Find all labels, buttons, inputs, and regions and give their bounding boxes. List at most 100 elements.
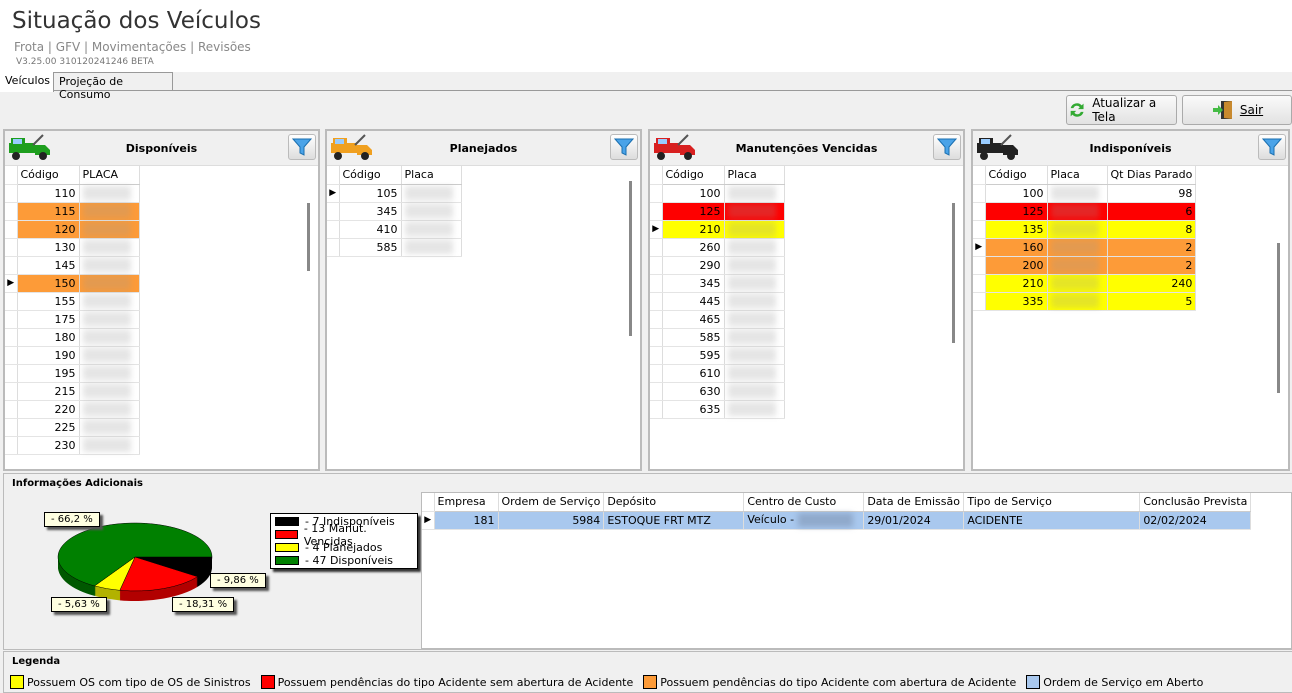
codigo-cell[interactable]: 160 xyxy=(985,238,1048,257)
table-row[interactable]: 445 xyxy=(650,292,785,311)
column-header[interactable]: Placa xyxy=(401,166,462,185)
column-header[interactable]: PLACA xyxy=(79,166,140,185)
column-header[interactable]: Código xyxy=(17,166,80,185)
dias-parado-cell[interactable]: 98 xyxy=(1107,184,1197,203)
placa-cell[interactable] xyxy=(79,346,140,365)
placa-cell[interactable] xyxy=(724,256,785,275)
table-row[interactable]: 335 5 xyxy=(973,292,1197,311)
table-row[interactable]: 290 xyxy=(650,256,785,275)
codigo-cell[interactable]: 230 xyxy=(17,436,80,455)
placa-cell[interactable] xyxy=(79,418,140,437)
table-row[interactable]: 260 xyxy=(650,238,785,257)
placa-cell[interactable] xyxy=(724,202,785,221)
column-header[interactable]: Código xyxy=(662,166,725,185)
placa-cell[interactable] xyxy=(79,220,140,239)
codigo-cell[interactable]: 115 xyxy=(17,202,80,221)
placa-cell[interactable] xyxy=(724,364,785,383)
placa-cell[interactable] xyxy=(79,328,140,347)
placa-cell[interactable] xyxy=(79,292,140,311)
codigo-cell[interactable]: 225 xyxy=(17,418,80,437)
table-row[interactable]: 120 xyxy=(5,220,140,239)
placa-cell[interactable] xyxy=(1047,220,1108,239)
table-row[interactable]: 100 xyxy=(650,184,785,203)
placa-cell[interactable] xyxy=(79,364,140,383)
codigo-cell[interactable]: 635 xyxy=(662,400,725,419)
os-cell[interactable]: ACIDENTE xyxy=(963,511,1141,530)
placa-cell[interactable] xyxy=(1047,202,1108,221)
table-row[interactable]: 145 xyxy=(5,256,140,275)
column-header[interactable]: Código xyxy=(339,166,402,185)
table-row[interactable]: 130 xyxy=(5,238,140,257)
table-row[interactable]: 210 240 xyxy=(973,274,1197,293)
filter-button[interactable] xyxy=(933,134,961,160)
table-row[interactable]: 190 xyxy=(5,346,140,365)
table-row[interactable]: 125 xyxy=(650,202,785,221)
os-cell[interactable]: ESTOQUE FRT MTZ xyxy=(603,511,745,530)
codigo-cell[interactable]: 630 xyxy=(662,382,725,401)
placa-cell[interactable] xyxy=(724,220,785,239)
codigo-cell[interactable]: 180 xyxy=(17,328,80,347)
table-row[interactable]: 465 xyxy=(650,310,785,329)
placa-cell[interactable] xyxy=(724,328,785,347)
codigo-cell[interactable]: 335 xyxy=(985,292,1048,311)
codigo-cell[interactable]: 100 xyxy=(662,184,725,203)
table-row[interactable]: 110 xyxy=(5,184,140,203)
os-cell[interactable]: 5984 xyxy=(498,511,605,530)
table-row[interactable]: 180 xyxy=(5,328,140,347)
table-row[interactable]: 585 xyxy=(650,328,785,347)
table-row[interactable]: 135 8 xyxy=(973,220,1197,239)
column-header[interactable]: Qt Dias Parado xyxy=(1107,166,1197,185)
codigo-cell[interactable]: 345 xyxy=(662,274,725,293)
codigo-cell[interactable]: 345 xyxy=(339,202,402,221)
codigo-cell[interactable]: 210 xyxy=(985,274,1048,293)
codigo-cell[interactable]: 135 xyxy=(985,220,1048,239)
table-row[interactable]: 410 xyxy=(327,220,462,239)
table-row[interactable]: 585 xyxy=(327,238,462,257)
table-row[interactable]: ▶ 181 5984 ESTOQUE FRT MTZ Veículo - 29/01/2… xyxy=(422,511,1252,530)
codigo-cell[interactable]: 210 xyxy=(662,220,725,239)
dias-parado-cell[interactable]: 2 xyxy=(1107,256,1197,275)
filter-button[interactable] xyxy=(288,134,316,160)
dias-parado-cell[interactable]: 5 xyxy=(1107,292,1197,311)
placa-cell[interactable] xyxy=(1047,274,1108,293)
placa-cell[interactable] xyxy=(79,184,140,203)
scrollbar[interactable] xyxy=(952,203,955,343)
column-header[interactable]: Ordem de Serviço xyxy=(498,493,605,512)
placa-cell[interactable] xyxy=(79,238,140,257)
table-row[interactable]: 610 xyxy=(650,364,785,383)
dias-parado-cell[interactable]: 2 xyxy=(1107,238,1197,257)
filter-button[interactable] xyxy=(1258,134,1286,160)
placa-cell[interactable] xyxy=(1047,256,1108,275)
placa-cell[interactable] xyxy=(724,184,785,203)
column-header[interactable]: Depósito xyxy=(603,493,745,512)
placa-cell[interactable] xyxy=(79,310,140,329)
column-header[interactable]: Tipo de Serviço xyxy=(963,493,1141,512)
codigo-cell[interactable]: 130 xyxy=(17,238,80,257)
codigo-cell[interactable]: 125 xyxy=(985,202,1048,221)
table-row[interactable]: 225 xyxy=(5,418,140,437)
dias-parado-cell[interactable]: 6 xyxy=(1107,202,1197,221)
filter-button[interactable] xyxy=(610,134,638,160)
codigo-cell[interactable]: 105 xyxy=(339,184,402,203)
table-row[interactable]: ▶ 210 xyxy=(650,220,785,239)
codigo-cell[interactable]: 215 xyxy=(17,382,80,401)
table-row[interactable]: 635 xyxy=(650,400,785,419)
table-row[interactable]: ▶ 160 2 xyxy=(973,238,1197,257)
table-row[interactable]: 195 xyxy=(5,364,140,383)
table-row[interactable]: 125 6 xyxy=(973,202,1197,221)
column-header[interactable]: Conclusão Prevista xyxy=(1139,493,1252,512)
column-header[interactable]: Data de Emissão xyxy=(863,493,965,512)
table-row[interactable]: 595 xyxy=(650,346,785,365)
table-row[interactable]: 115 xyxy=(5,202,140,221)
dias-parado-cell[interactable]: 8 xyxy=(1107,220,1197,239)
codigo-cell[interactable]: 150 xyxy=(17,274,80,293)
codigo-cell[interactable]: 610 xyxy=(662,364,725,383)
tab-projecao-consumo[interactable]: Projeção de Consumo xyxy=(53,72,173,101)
table-row[interactable]: 230 xyxy=(5,436,140,455)
table-row[interactable]: 345 xyxy=(650,274,785,293)
codigo-cell[interactable]: 290 xyxy=(662,256,725,275)
codigo-cell[interactable]: 125 xyxy=(662,202,725,221)
table-row[interactable]: 220 xyxy=(5,400,140,419)
placa-cell[interactable] xyxy=(1047,292,1108,311)
table-row[interactable]: 175 xyxy=(5,310,140,329)
